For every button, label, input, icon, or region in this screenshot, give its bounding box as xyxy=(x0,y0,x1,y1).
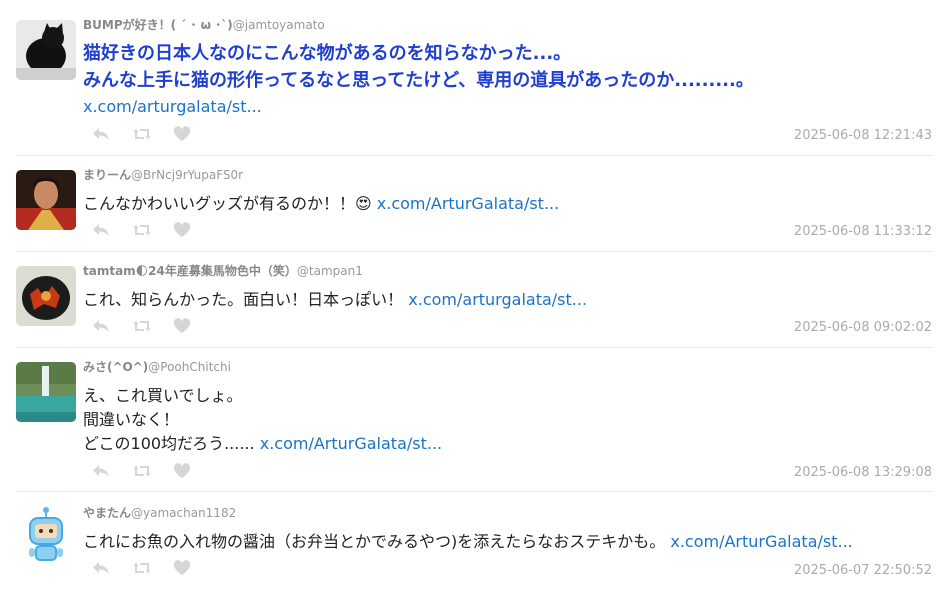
tweet-text: これ、知らんかった。面白い！日本っぽい！ x.com/arturgalata/s… xyxy=(83,288,587,312)
handle[interactable]: @yamachan1182 xyxy=(131,506,236,520)
tweet-text: これにお魚の入れ物の醤油（お弁当とかでみるやつ)を添えたらなおステキかも。 x.… xyxy=(83,530,853,554)
retweet-icon[interactable] xyxy=(133,222,151,238)
timestamp[interactable]: 2025-06-08 09:02:02 xyxy=(794,320,932,335)
like-icon[interactable] xyxy=(173,318,191,334)
display-name[interactable]: みさ(^O^) xyxy=(83,360,148,374)
tweet-text-body: どこの100均だろう...... xyxy=(83,434,255,453)
avatar[interactable] xyxy=(16,266,76,326)
display-name[interactable]: まりーん xyxy=(83,168,131,182)
handle[interactable]: @tampan1 xyxy=(297,264,363,278)
tweet-text-body: こんなかわいいグッズが有るのか！！😍 xyxy=(83,194,372,213)
tweet-item: やまたん@yamachan1182 これにお魚の入れ物の醤油（お弁当とかでみるや… xyxy=(0,492,936,589)
avatar[interactable] xyxy=(16,362,76,422)
tweet-header: まりーん@BrNcj9rYupaFS0r xyxy=(83,166,243,183)
retweet-icon[interactable] xyxy=(133,318,151,334)
tweet-text: こんなかわいいグッズが有るのか！！😍 x.com/ArturGalata/st.… xyxy=(83,192,559,216)
tweet-link[interactable]: x.com/arturgalata/st... xyxy=(83,97,262,116)
tweet-text-line: 間違いなく！ xyxy=(83,410,180,429)
timestamp[interactable]: 2025-06-08 11:33:12 xyxy=(794,224,932,239)
reply-icon[interactable] xyxy=(92,463,110,479)
avatar[interactable] xyxy=(16,170,76,230)
tweet-item: BUMPが好き！( ´ ･ ω ･`)@jamtoyamato 猫好きの日本人な… xyxy=(0,0,936,155)
handle[interactable]: @BrNcj9rYupaFS0r xyxy=(131,168,243,182)
retweet-icon[interactable] xyxy=(133,463,151,479)
timestamp[interactable]: 2025-06-08 12:21:43 xyxy=(794,128,932,143)
tweet-link[interactable]: x.com/ArturGalata/st... xyxy=(377,194,559,213)
tweet-item: みさ(^O^)@PoohChitchi え、これ買いでしょ。 間違いなく！ どこ… xyxy=(0,348,936,491)
tweet-link[interactable]: x.com/ArturGalata/st... xyxy=(260,434,442,453)
tweet-text-line: みんな上手に猫の形作ってるなと思ってたけど、専用の道具があったのか.......… xyxy=(83,70,754,91)
retweet-icon[interactable] xyxy=(133,126,151,142)
tweet-item: まりーん@BrNcj9rYupaFS0r こんなかわいいグッズが有るのか！！😍 … xyxy=(0,156,936,251)
handle[interactable]: @PoohChitchi xyxy=(148,360,231,374)
tweet-text: 猫好きの日本人なのにこんな物があるのを知らなかった...。 みんな上手に猫の形作… xyxy=(83,40,754,94)
tweet-text-line: 猫好きの日本人なのにこんな物があるのを知らなかった...。 xyxy=(83,43,572,64)
display-name[interactable]: tamtam🌓24年産募集馬物色中（笑） xyxy=(83,264,297,278)
tweet-text-line: どこの100均だろう...... x.com/ArturGalata/st... xyxy=(83,432,442,456)
tweet-header: tamtam🌓24年産募集馬物色中（笑）@tampan1 xyxy=(83,262,363,279)
retweet-icon[interactable] xyxy=(133,560,151,576)
tweet-header: やまたん@yamachan1182 xyxy=(83,504,236,521)
display-name[interactable]: やまたん xyxy=(83,506,131,520)
tweet-text: え、これ買いでしょ。 間違いなく！ どこの100均だろう...... x.com… xyxy=(83,384,442,456)
display-name[interactable]: BUMPが好き！( ´ ･ ω ･`) xyxy=(83,18,233,32)
like-icon[interactable] xyxy=(173,222,191,238)
reply-icon[interactable] xyxy=(92,222,110,238)
tweet-link[interactable]: x.com/arturgalata/st... xyxy=(408,290,587,309)
tweet-header: みさ(^O^)@PoohChitchi xyxy=(83,358,231,375)
tweet-text-line: え、これ買いでしょ。 xyxy=(83,386,243,405)
timestamp[interactable]: 2025-06-08 13:29:08 xyxy=(794,465,932,480)
avatar[interactable] xyxy=(16,20,76,80)
avatar[interactable] xyxy=(16,506,76,566)
like-icon[interactable] xyxy=(173,463,191,479)
tweet-item: tamtam🌓24年産募集馬物色中（笑）@tampan1 これ、知らんかった。面… xyxy=(0,252,936,347)
tweet-link-row: x.com/arturgalata/st... xyxy=(83,95,262,119)
handle[interactable]: @jamtoyamato xyxy=(233,18,325,32)
tweet-header: BUMPが好き！( ´ ･ ω ･`)@jamtoyamato xyxy=(83,16,325,33)
tweet-text-body: これにお魚の入れ物の醤油（お弁当とかでみるやつ)を添えたらなおステキかも。 xyxy=(83,532,666,551)
like-icon[interactable] xyxy=(173,560,191,576)
reply-icon[interactable] xyxy=(92,126,110,142)
timestamp[interactable]: 2025-06-07 22:50:52 xyxy=(794,563,932,578)
reply-icon[interactable] xyxy=(92,560,110,576)
reply-icon[interactable] xyxy=(92,318,110,334)
like-icon[interactable] xyxy=(173,126,191,142)
tweet-text-body: これ、知らんかった。面白い！日本っぽい！ xyxy=(83,290,404,309)
tweet-link[interactable]: x.com/ArturGalata/st... xyxy=(670,532,852,551)
